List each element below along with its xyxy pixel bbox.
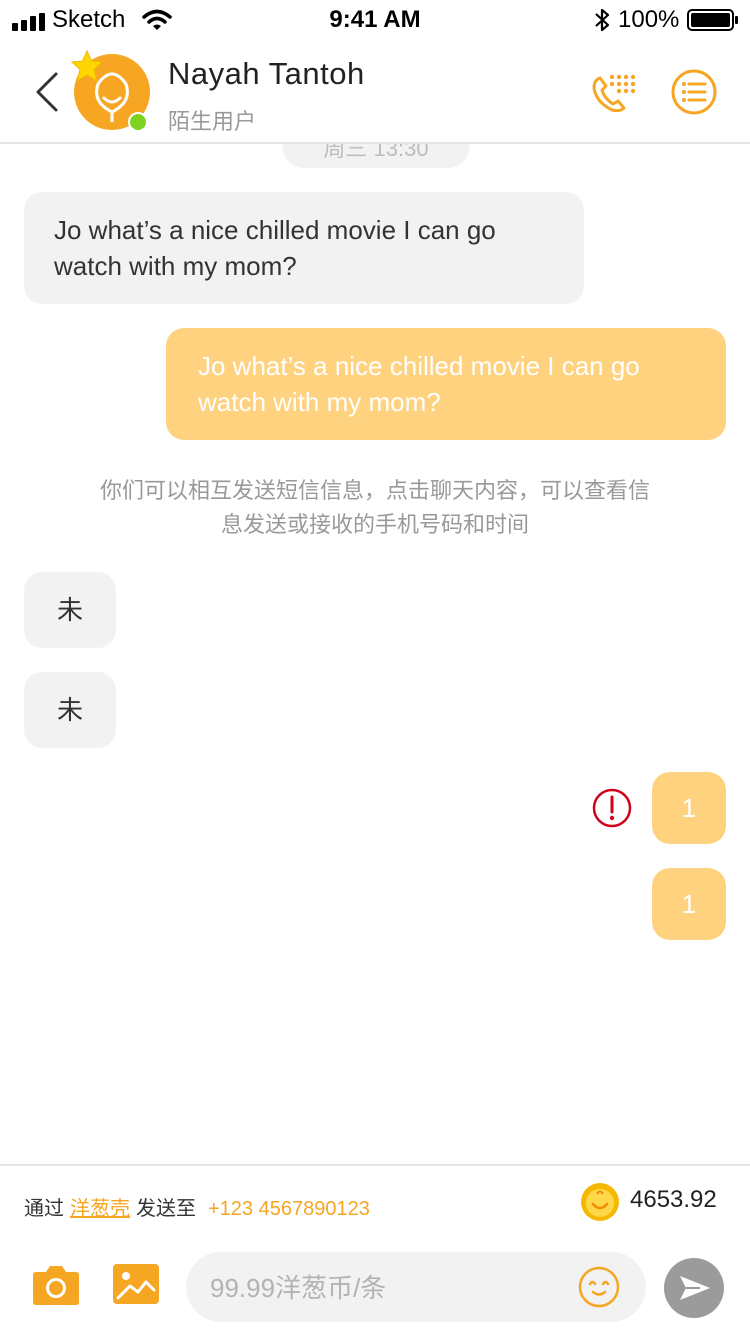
chat-header: Nayah Tantoh 陌生用户 [0, 40, 750, 144]
dialer-icon[interactable] [588, 68, 636, 116]
recipient-phone: +123 4567890123 [208, 1198, 370, 1220]
star-icon [70, 50, 104, 82]
composer: 通过 洋葱壳 发送至 +123 4567890123 4653.92 [0, 1164, 750, 1336]
online-status-dot [128, 112, 148, 132]
coin-balance: 4653.92 [630, 1186, 717, 1213]
contact-status: 陌生用户 [168, 109, 257, 134]
message-outgoing-failed[interactable]: 1 [652, 772, 726, 844]
message-outgoing[interactable]: Jo what’s a nice chilled movie I can go … [166, 328, 726, 440]
gallery-icon[interactable] [112, 1262, 160, 1306]
message-input-box[interactable] [186, 1252, 646, 1324]
timestamp-pill: 周三 13:30 [282, 144, 470, 168]
send-to-label: 发送至 [136, 1198, 196, 1220]
status-bar: Sketch 9:41 AM 100% [0, 0, 750, 40]
battery-icon [687, 9, 738, 31]
via-link[interactable]: 洋葱壳 [70, 1198, 130, 1220]
message-incoming[interactable]: 未 [24, 672, 116, 748]
send-route: 通过 洋葱壳 发送至 +123 4567890123 [24, 1192, 370, 1221]
battery-percent: 100% [618, 6, 680, 33]
via-label: 通过 [24, 1198, 64, 1220]
back-chevron-icon[interactable] [28, 70, 64, 114]
camera-icon[interactable] [32, 1262, 80, 1306]
emoji-icon[interactable] [578, 1266, 620, 1308]
message-incoming[interactable]: Jo what’s a nice chilled movie I can go … [24, 192, 584, 304]
contact-name: Nayah Tantoh [168, 56, 365, 91]
message-incoming[interactable]: 未 [24, 572, 116, 648]
message-outgoing[interactable]: 1 [652, 868, 726, 940]
coin-icon [581, 1183, 619, 1221]
send-button[interactable] [664, 1258, 724, 1318]
list-menu-icon[interactable] [670, 68, 718, 116]
message-input[interactable] [208, 1252, 572, 1324]
bluetooth-icon [595, 8, 610, 32]
send-failed-icon[interactable] [592, 788, 632, 828]
chat-history[interactable]: 周三 13:30 Jo what’s a nice chilled movie … [0, 144, 750, 1164]
send-icon [680, 1276, 710, 1300]
system-notice: 你们可以相互发送短信信息，点击聊天内容，可以查看信息发送或接收的手机号码和时间 [99, 478, 650, 537]
